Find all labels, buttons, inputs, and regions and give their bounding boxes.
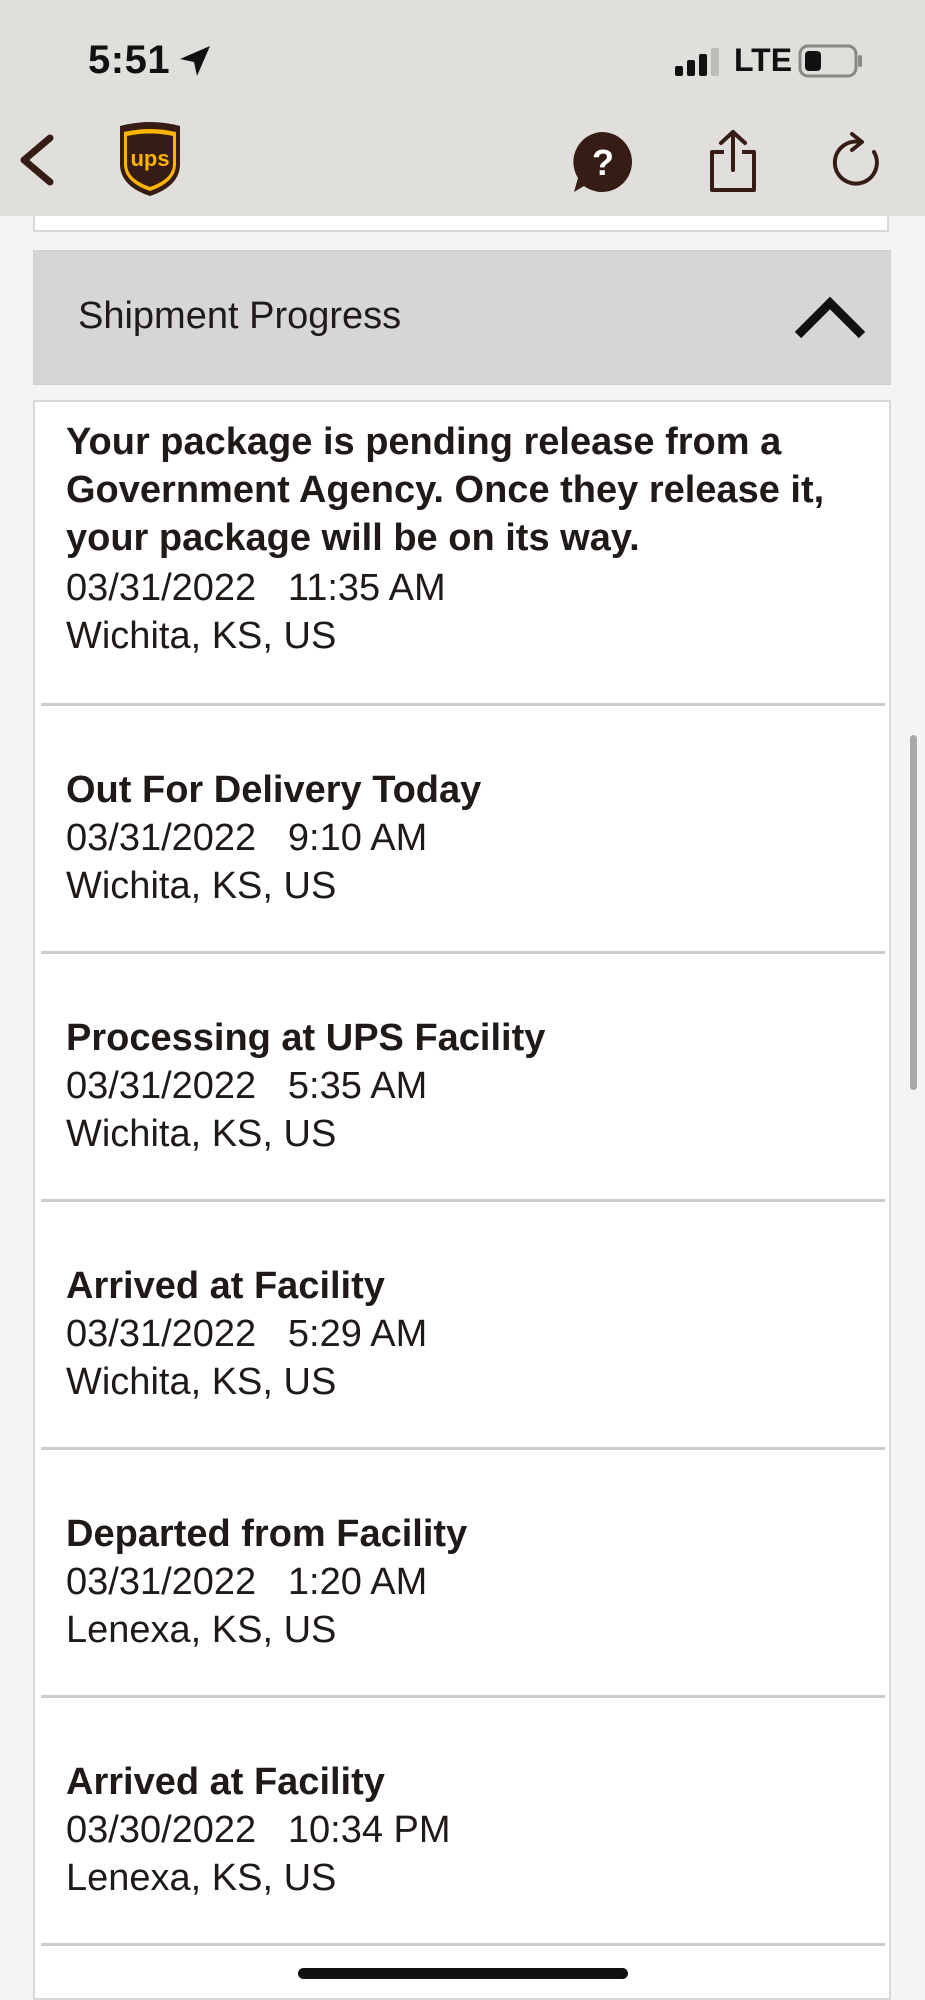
event-location: Wichita, KS, US: [66, 1361, 337, 1403]
home-indicator[interactable]: [298, 1968, 628, 1979]
share-icon[interactable]: [706, 128, 760, 194]
list-item: Arrived at Facility 03/30/2022 10:34 PM …: [35, 1698, 889, 1946]
event-date: 03/30/2022: [66, 1809, 257, 1851]
svg-text:?: ?: [592, 142, 614, 183]
event-location: Wichita, KS, US: [66, 615, 337, 657]
battery-icon: [798, 44, 862, 78]
event-datetime: 03/31/2022 5:29 AM: [66, 1310, 427, 1358]
event-location: Wichita, KS, US: [66, 865, 337, 907]
list-item: Out For Delivery Today 03/31/2022 9:10 A…: [35, 706, 889, 954]
event-title: Departed from Facility: [66, 1513, 468, 1555]
event-title: Your package is pending release from a G…: [66, 421, 825, 559]
event-date: 03/31/2022: [66, 1065, 257, 1107]
back-chevron-icon[interactable]: [12, 130, 62, 190]
event-location: Lenexa, KS, US: [66, 1609, 337, 1651]
event-time: 9:10 AM: [287, 817, 428, 859]
event-time: 5:35 AM: [287, 1065, 428, 1107]
status-time: 5:51: [88, 38, 171, 82]
divider: [41, 1943, 885, 1946]
list-item: Arrived at Facility 03/31/2022 5:29 AM W…: [35, 1202, 889, 1450]
top-bar: 5:51 LTE ups ?: [0, 0, 925, 216]
help-icon[interactable]: ?: [570, 130, 634, 194]
section-title: Shipment Progress: [78, 295, 402, 337]
event-title: Processing at UPS Facility: [66, 1017, 546, 1059]
event-time: 11:35 AM: [287, 567, 446, 609]
chevron-up-icon[interactable]: [792, 293, 868, 343]
event-location: Lenexa, KS, US: [66, 1857, 337, 1899]
list-item: Your package is pending release from a G…: [35, 402, 889, 706]
event-date: 03/31/2022: [66, 567, 257, 609]
location-arrow-icon: [180, 46, 210, 76]
list-item: Departed from Facility 03/31/2022 1:20 A…: [35, 1450, 889, 1698]
event-title: Out For Delivery Today: [66, 769, 482, 811]
event-time: 10:34 PM: [287, 1809, 451, 1851]
signal-icon: [675, 48, 719, 76]
event-datetime: 03/31/2022 11:35 AM: [66, 564, 446, 612]
scrollbar[interactable]: [910, 735, 917, 1090]
event-date: 03/31/2022: [66, 1313, 257, 1355]
shipment-progress-list: Your package is pending release from a G…: [33, 400, 891, 2000]
ups-logo: ups: [120, 122, 180, 196]
shipment-progress-header[interactable]: Shipment Progress: [33, 250, 891, 385]
refresh-icon[interactable]: [830, 130, 886, 190]
event-title: Arrived at Facility: [66, 1761, 385, 1803]
previous-card-edge: [33, 216, 889, 232]
event-datetime: 03/31/2022 5:35 AM: [66, 1062, 427, 1110]
network-label: LTE: [734, 42, 793, 78]
event-datetime: 03/31/2022 1:20 AM: [66, 1558, 427, 1606]
event-location: Wichita, KS, US: [66, 1113, 337, 1155]
event-datetime: 03/30/2022 10:34 PM: [66, 1806, 451, 1854]
event-date: 03/31/2022: [66, 1561, 257, 1603]
event-time: 1:20 AM: [287, 1561, 428, 1603]
event-date: 03/31/2022: [66, 817, 257, 859]
event-time: 5:29 AM: [287, 1313, 428, 1355]
svg-text:ups: ups: [130, 146, 169, 171]
event-datetime: 03/31/2022 9:10 AM: [66, 814, 427, 862]
list-item: Processing at UPS Facility 03/31/2022 5:…: [35, 954, 889, 1202]
event-title: Arrived at Facility: [66, 1265, 385, 1307]
